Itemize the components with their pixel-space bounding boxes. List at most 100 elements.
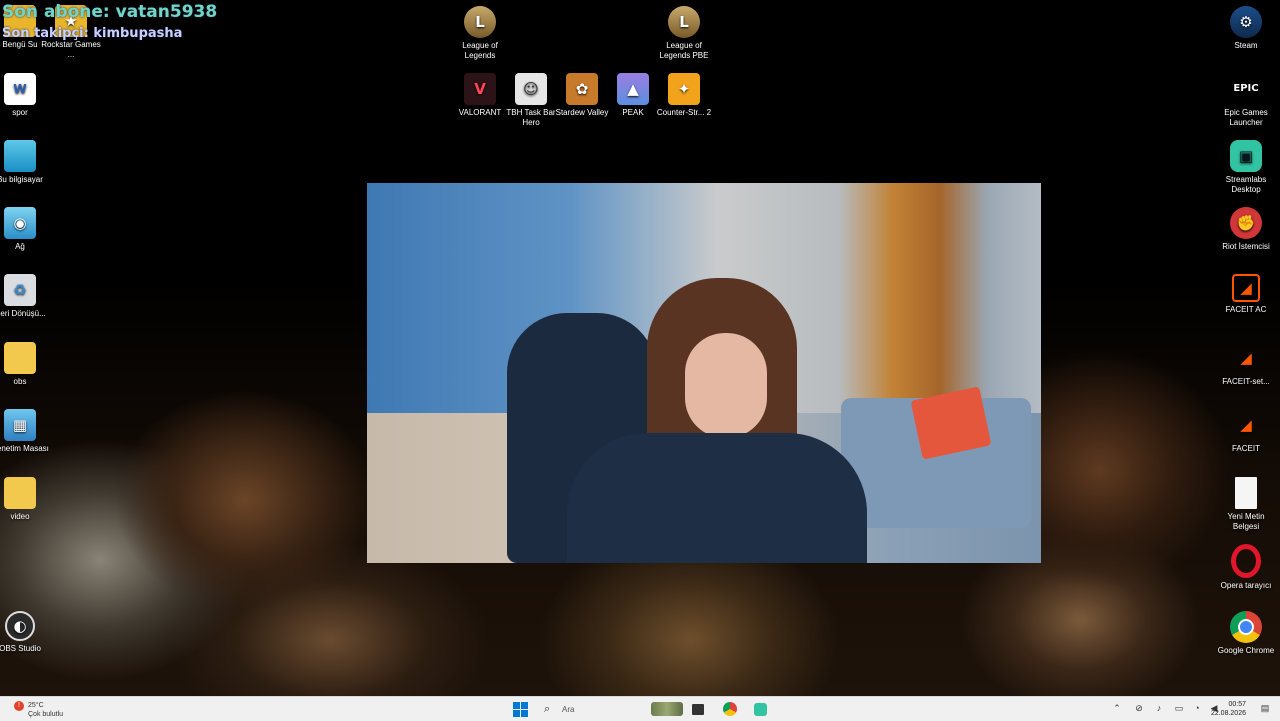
desktop-icon-obs-studio[interactable]: ◐ OBS Studio [0,611,51,654]
chrome-icon [1230,611,1262,643]
desktop-icon-opera[interactable]: Opera tarayıcı [1215,544,1277,591]
windows-start-icon [512,701,528,717]
desktop-icon-label: Streamlabs Desktop [1225,175,1267,194]
obs-icon: ◐ [5,611,35,641]
desktop-icon-label: Opera tarayıcı [1220,581,1272,590]
search-placeholder: Ara [562,705,575,714]
desktop-icon-label: Bu bilgisayar [0,175,43,184]
taskbar: ! 25°C Çok bulutlu ⌕ Ara ⌃ ⊘ ♪ ▭ ◔ ◀ 00:… [0,696,1280,721]
desktop-icon-label: FACEIT-set... [1222,377,1270,386]
folder-icon [4,477,36,509]
widget-icon [651,702,683,716]
epic-games-icon: EPIC [1230,73,1262,105]
network-icon: ◉ [4,207,36,239]
faceit-ac-icon: ◢ [1232,274,1260,302]
desktop-icon-label: FACEIT AC [1225,305,1267,314]
taskbar-streamlabs[interactable] [750,699,770,719]
desktop-icon-label: Google Chrome [1217,646,1275,655]
taskbar-search[interactable]: ⌕ Ara [536,700,640,718]
counter-strike-icon: ✦ [668,73,700,105]
desktop-icon-riot[interactable]: ✊ Riot İstemcisi [1215,207,1277,252]
desktop-icon-counter-strike[interactable]: ✦ Counter-Str... 2 [653,73,715,118]
control-panel-icon: ▦ [4,409,36,441]
desktop-icon-epic-games[interactable]: EPIC Epic Games Launcher [1215,73,1277,128]
recycle-bin-icon: ♻ [4,274,36,306]
weather-alert-icon: ! [14,701,24,711]
steam-icon: ⚙ [1230,6,1262,38]
display-icon[interactable]: ▭ [1174,703,1184,713]
start-button[interactable] [510,699,530,719]
desktop-icon-bu-bilgisayar[interactable]: Bu bilgisayar [0,140,51,185]
desktop-icon-faceit-ac[interactable]: ◢ FACEIT AC [1215,274,1277,315]
faceit-setup-icon: ◢ [1240,349,1252,367]
desktop-icon-obs-folder[interactable]: obs [0,342,51,387]
desktop-icon-geri-donusum[interactable]: ♻ Geri Dönüşü... [0,274,51,319]
desktop-icon-league-pbe[interactable]: L League of Legends PBE [653,6,715,61]
desktop-icon-label: Riot İstemcisi [1222,242,1270,251]
desktop-icon-spor[interactable]: W spor [0,73,51,118]
webcam-person-face [685,333,767,438]
valorant-icon: V [464,73,496,105]
desktop-icon-denetim-masasi[interactable]: ▦ Denetim Masası [0,409,51,454]
weather-temperature: 25°C [28,702,44,709]
desktop-icon-label: League of Legends PBE [659,41,709,60]
desktop-icon-label: obs [13,377,27,386]
desktop-icon-label: Ağ [15,242,25,251]
system-tray: ⌃ ⊘ ♪ ▭ ◔ ◀ 00:57 22.08.2026 ▤ [1104,697,1274,721]
desktop-icon-label: League of Legends [462,41,498,60]
stream-overlay-last-follower: Son takipçi: kimbupasha [2,26,183,41]
taskbar-file-explorer[interactable] [688,699,708,719]
streamlabs-icon: ▣ [1230,140,1262,172]
desktop-wallpaper[interactable]: Bengü Su ★ Rockstar Games ... W spor Bu … [0,0,1280,696]
word-document-icon: W [4,73,36,105]
search-icon: ⌕ [544,703,551,715]
wifi-icon[interactable]: ◔ [1192,703,1202,713]
riot-icon: ✊ [1230,207,1262,239]
chevron-up-icon[interactable]: ⌃ [1112,703,1122,713]
clock-date: 22.08.2026 [1210,710,1246,717]
monitor-icon [4,140,36,172]
desktop-icon-label: OBS Studio [0,644,41,653]
opera-icon [1231,544,1261,578]
stream-overlay-last-subscriber: Son abone: vatan5938 [2,2,218,22]
desktop-icon-label: Rockstar Games ... [41,40,101,59]
desktop-icon-steam[interactable]: ⚙ Steam [1215,6,1277,51]
desktop-icon-faceit[interactable]: ◢ FACEIT [1215,409,1277,454]
clock-time: 00:57 [1228,701,1246,708]
microphone-icon[interactable]: ♪ [1154,703,1164,713]
desktop-icon-label: Yeni Metin Belgesi [1227,512,1265,531]
text-document-icon [1235,477,1257,509]
desktop-icon-league-of-legends[interactable]: L League of Legends [449,6,511,61]
webcam-feed [367,183,1041,563]
tbh-icon: ☺ [515,73,547,105]
webcam-person-shirt [567,433,867,563]
desktop-icon-faceit-setup[interactable]: ◢ FACEIT-set... [1215,342,1277,387]
desktop-icon-label: Denetim Masası [0,444,49,453]
faceit-icon: ◢ [1240,416,1252,434]
peak-icon: ▲ [617,73,649,105]
clock[interactable]: 00:57 22.08.2026 [1211,700,1246,718]
desktop-icon-label: Counter-Str... 2 [656,108,712,117]
desktop-icon-streamlabs[interactable]: ▣ Streamlabs Desktop [1215,140,1277,195]
desktop-icon-ag[interactable]: ◉ Ağ [0,207,51,252]
taskbar-widget-button[interactable] [650,699,684,719]
weather-widget[interactable]: ! 25°C Çok bulutlu [8,699,98,719]
desktop-icon-chrome[interactable]: Google Chrome [1215,611,1277,656]
desktop-icon-label: video [10,512,30,521]
desktop-icon-label: Epic Games Launcher [1224,108,1268,127]
file-explorer-icon [692,703,704,715]
desktop-icon-video[interactable]: video [0,477,51,522]
desktop-icon-label: spor [12,108,28,117]
streamlabs-icon [753,702,767,716]
notification-icon[interactable]: ▤ [1260,703,1270,713]
league-pbe-icon: L [668,6,700,38]
network-off-icon[interactable]: ⊘ [1134,703,1144,713]
league-icon: L [464,6,496,38]
desktop-icon-label: Steam [1234,41,1258,50]
stardew-icon: ✿ [566,73,598,105]
weather-description: Çok bulutlu [28,711,64,718]
folder-icon [4,342,36,374]
desktop-icon-label: FACEIT [1231,444,1260,453]
desktop-icon-yeni-metin[interactable]: Yeni Metin Belgesi [1215,477,1277,532]
taskbar-chrome[interactable] [720,699,740,719]
